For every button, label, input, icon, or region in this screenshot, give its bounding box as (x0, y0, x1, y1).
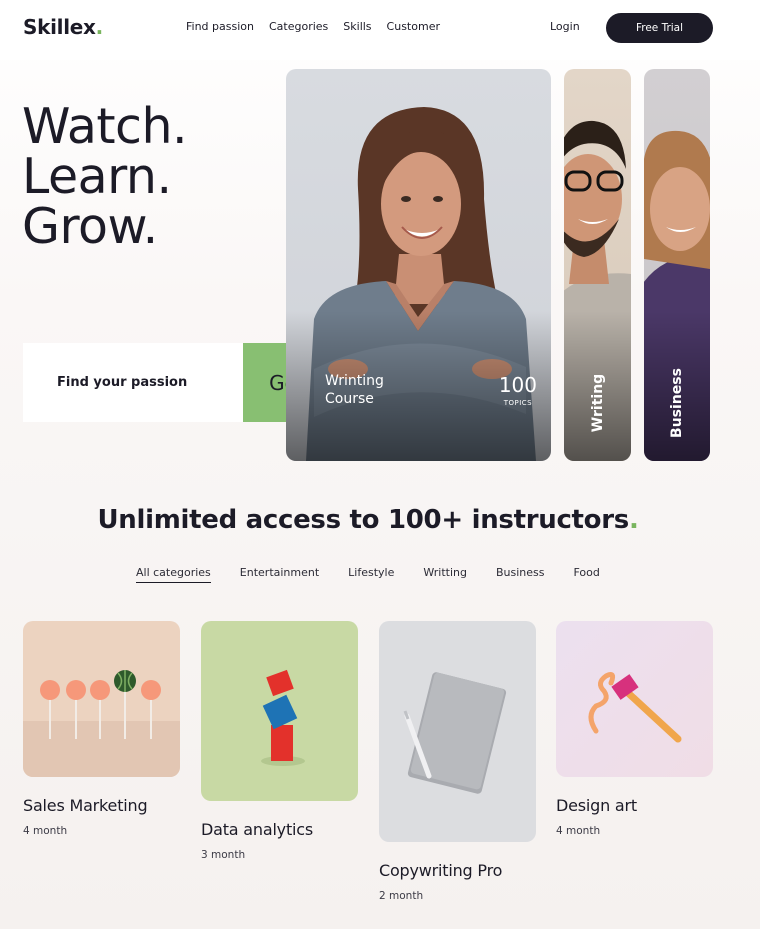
course-thumbnail (201, 621, 358, 801)
topics-label: TOPICS (503, 399, 533, 407)
nav-customer[interactable]: Customer (387, 20, 440, 33)
section-title-text: Unlimited access to 100+ instructors (97, 505, 629, 535)
course-thumbnail (379, 621, 536, 842)
logo-dot: . (95, 15, 104, 39)
course-title: Data analytics (201, 820, 314, 839)
course-duration: 4 month (556, 825, 601, 837)
featured-course-title: Wrinting Course (325, 372, 384, 408)
course-thumbnail (23, 621, 180, 777)
free-trial-button[interactable]: Free Trial (606, 13, 713, 43)
topics-count: 100 TOPICS (499, 373, 537, 407)
course-duration: 3 month (201, 849, 246, 861)
login-link[interactable]: Login (550, 20, 580, 33)
course-thumbnail (556, 621, 713, 777)
featured-title-line2: Course (325, 391, 374, 407)
logo-text: Skillex (23, 15, 96, 39)
category-tabs: All categories Entertainment Lifestyle W… (136, 566, 600, 583)
writing-card-label: Writing (589, 373, 606, 433)
tab-writting[interactable]: Writting (423, 566, 467, 583)
stacked-blocks-image (261, 669, 305, 766)
tab-lifestyle[interactable]: Lifestyle (348, 566, 394, 583)
pencil-sharpener-image (588, 672, 682, 743)
logo[interactable]: Skillex. (23, 15, 103, 39)
topics-number: 100 (498, 373, 537, 397)
featured-course-card[interactable]: Wrinting Course 100 TOPICS (286, 69, 551, 461)
passion-search-input[interactable]: Find your passion (23, 343, 243, 422)
notebook-pen-image (403, 672, 507, 794)
business-category-card[interactable]: Business (644, 69, 710, 461)
hero-line-learn: Learn. (22, 148, 172, 205)
lollipops-image (23, 670, 180, 777)
hero-headline: Watch. Learn. Grow. (22, 102, 188, 255)
course-duration: 2 month (379, 890, 424, 902)
course-title: Copywriting Pro (379, 861, 503, 880)
course-duration: 4 month (23, 825, 68, 837)
top-navigation: Skillex. Find passion Categories Skills … (0, 0, 760, 60)
tab-food[interactable]: Food (574, 566, 600, 583)
nav-categories[interactable]: Categories (269, 20, 328, 33)
tab-all-categories[interactable]: All categories (136, 566, 211, 583)
section-title-dot: . (628, 505, 639, 535)
writing-category-card[interactable]: Writing (564, 69, 631, 461)
hero-line-grow: Grow. (22, 198, 158, 255)
course-title: Sales Marketing (23, 796, 148, 815)
course-card-design-art[interactable]: Design art 4 month (556, 621, 713, 837)
featured-title-line1: Wrinting (325, 373, 384, 389)
tab-business[interactable]: Business (496, 566, 545, 583)
nav-find-passion[interactable]: Find passion (186, 20, 254, 34)
nav-skills[interactable]: Skills (343, 20, 371, 33)
business-card-label: Business (669, 368, 685, 438)
hero-line-watch: Watch. (22, 98, 188, 155)
tab-entertainment[interactable]: Entertainment (240, 566, 319, 583)
course-title: Design art (556, 796, 637, 815)
section-title: Unlimited access to 100+ instructors. (0, 505, 736, 535)
nav-links: Find passion Categories Skills Customer (186, 20, 440, 34)
course-card-data-analytics[interactable]: Data analytics 3 month (201, 621, 358, 861)
course-card-copywriting-pro[interactable]: Copywriting Pro 2 month (379, 621, 536, 902)
course-card-sales-marketing[interactable]: Sales Marketing 4 month (23, 621, 180, 837)
